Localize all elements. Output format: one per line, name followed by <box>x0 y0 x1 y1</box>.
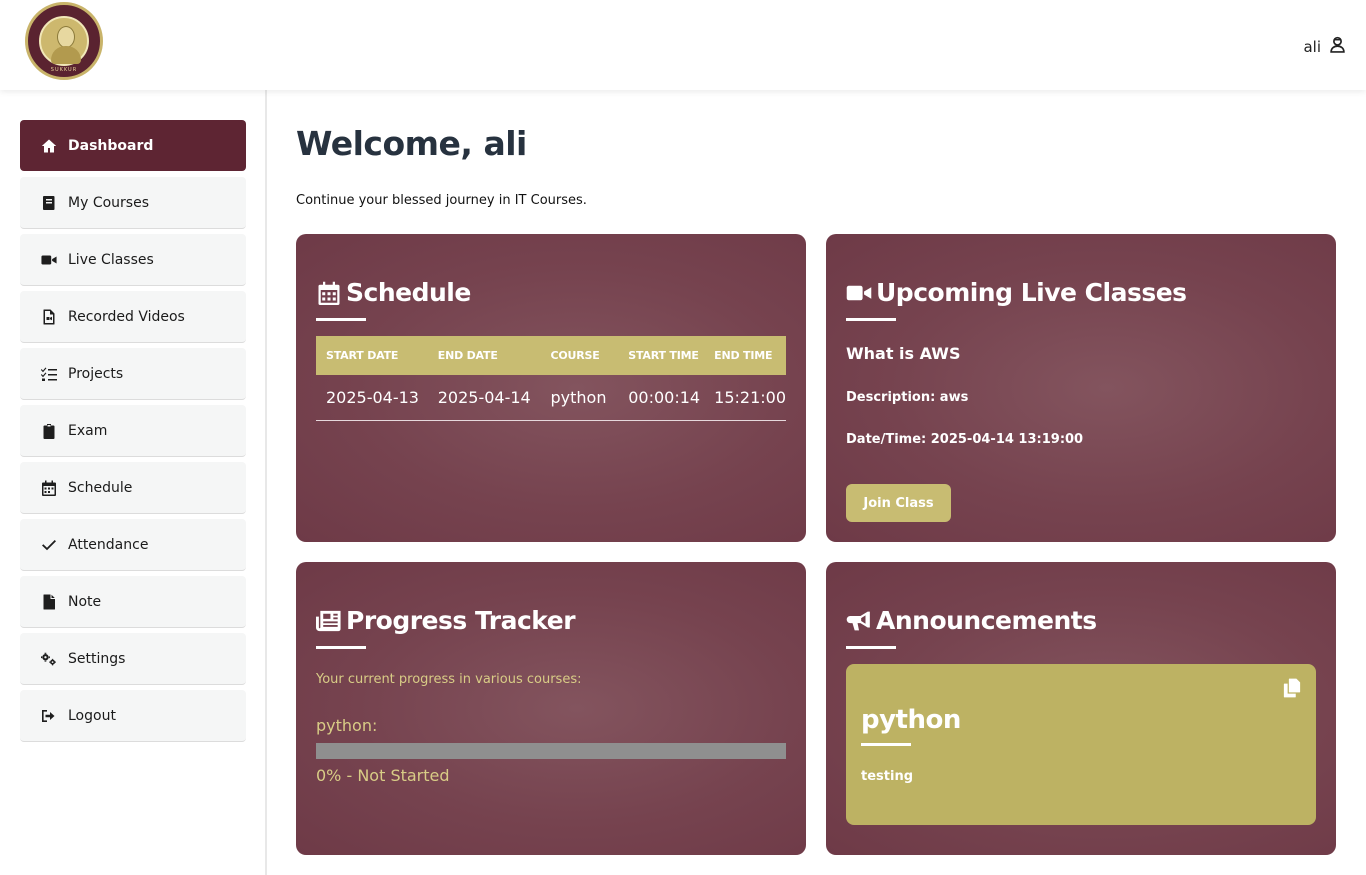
file-icon <box>40 593 58 611</box>
sidebar-item-live-classes[interactable]: Live Classes <box>20 234 246 286</box>
title-underline <box>316 646 366 649</box>
sidebar: Dashboard My Courses Live Classes Record… <box>0 90 267 875</box>
schedule-title-text: Schedule <box>346 278 471 307</box>
sidebar-item-label: My Courses <box>68 194 149 211</box>
username: ali <box>1303 37 1321 56</box>
sidebar-item-label: Exam <box>68 422 108 439</box>
sidebar-item-label: Live Classes <box>68 251 154 268</box>
join-class-button[interactable]: Join Class <box>846 484 951 522</box>
list-check-icon <box>40 365 58 383</box>
table-cell: 2025-04-13 <box>316 375 428 421</box>
sidebar-item-label: Recorded Videos <box>68 308 185 325</box>
user-menu[interactable]: ali <box>1303 36 1346 57</box>
column-header: START TIME <box>618 336 705 375</box>
column-header: COURSE <box>540 336 619 375</box>
schedule-table: START DATE END DATE COURSE START TIME EN… <box>316 336 786 421</box>
live-classes-title-text: Upcoming Live Classes <box>876 278 1187 307</box>
announcement-item: python testing <box>846 664 1316 825</box>
sidebar-item-exam[interactable]: Exam <box>20 405 246 457</box>
sidebar-item-my-courses[interactable]: My Courses <box>20 177 246 229</box>
table-row: 2025-04-13 2025-04-14 python 00:00:14 15… <box>316 375 786 421</box>
progress-title-text: Progress Tracker <box>346 606 576 635</box>
sidebar-item-label: Dashboard <box>68 137 154 154</box>
book-icon <box>40 194 58 212</box>
logo-portrait-body <box>51 46 81 64</box>
live-classes-card-title: Upcoming Live Classes <box>846 278 1187 307</box>
title-underline <box>846 646 896 649</box>
column-header: END DATE <box>427 336 541 375</box>
sidebar-item-projects[interactable]: Projects <box>20 348 246 400</box>
progress-bar <box>316 743 786 759</box>
live-class-description: Description: aws <box>846 390 969 405</box>
logo-emblem <box>39 16 89 66</box>
live-classes-card: Upcoming Live Classes What is AWS Descri… <box>826 234 1336 542</box>
table-cell: 00:00:14 <box>618 375 705 421</box>
progress-tracker-card: Progress Tracker Your current progress i… <box>296 562 806 855</box>
clipboard-icon <box>40 422 58 440</box>
megaphone-icon <box>846 611 870 630</box>
progress-course-name: python: <box>316 716 378 735</box>
check-icon <box>40 536 58 554</box>
top-header: SUKKUR ali <box>0 0 1366 90</box>
sidebar-item-recorded-videos[interactable]: Recorded Videos <box>20 291 246 343</box>
announcements-title-text: Announcements <box>876 606 1097 635</box>
sidebar-item-note[interactable]: Note <box>20 576 246 628</box>
logo-text: SUKKUR <box>50 67 78 73</box>
live-class-name: What is AWS <box>846 344 961 363</box>
video-icon <box>40 251 58 269</box>
university-logo[interactable]: SUKKUR <box>25 2 103 80</box>
page-subtitle: Continue your blessed journey in IT Cour… <box>296 193 587 208</box>
sidebar-item-label: Logout <box>68 707 116 724</box>
home-icon <box>40 137 58 155</box>
calendar-icon <box>318 281 340 305</box>
title-underline <box>316 318 366 321</box>
newspaper-icon <box>316 610 341 631</box>
sidebar-item-logout[interactable]: Logout <box>20 690 246 742</box>
logo-portrait <box>57 26 75 48</box>
table-cell: python <box>540 375 619 421</box>
title-underline <box>846 318 896 321</box>
schedule-card: Schedule START DATE END DATE COURSE STAR… <box>296 234 806 542</box>
table-cell: 2025-04-14 <box>427 375 541 421</box>
announcement-title: python <box>861 705 961 735</box>
table-cell: 15:21:00 <box>704 375 786 421</box>
video-file-icon <box>40 308 58 326</box>
live-class-datetime: Date/Time: 2025-04-14 13:19:00 <box>846 432 1084 447</box>
sidebar-item-settings[interactable]: Settings <box>20 633 246 685</box>
progress-card-title: Progress Tracker <box>316 606 576 635</box>
sidebar-item-label: Projects <box>68 365 124 382</box>
announcements-card: Announcements python testing <box>826 562 1336 855</box>
gears-icon <box>40 650 58 668</box>
sidebar-item-label: Attendance <box>68 536 149 553</box>
title-underline <box>861 743 911 746</box>
sidebar-item-label: Schedule <box>68 479 133 496</box>
progress-intro: Your current progress in various courses… <box>316 672 582 687</box>
sidebar-item-label: Settings <box>68 650 126 667</box>
copy-icon[interactable] <box>1282 678 1302 698</box>
column-header: END TIME <box>704 336 786 375</box>
calendar-icon <box>40 479 58 497</box>
progress-status: 0% - Not Started <box>316 766 450 785</box>
sidebar-item-schedule[interactable]: Schedule <box>20 462 246 514</box>
announcements-card-title: Announcements <box>846 606 1097 635</box>
column-header: START DATE <box>316 336 428 375</box>
logout-icon <box>40 707 58 725</box>
schedule-card-title: Schedule <box>316 278 471 307</box>
page-title: Welcome, ali <box>296 124 527 163</box>
user-icon <box>1329 36 1346 57</box>
sidebar-item-dashboard[interactable]: Dashboard <box>20 120 246 171</box>
announcement-text: testing <box>861 769 913 784</box>
video-icon <box>846 285 872 300</box>
sidebar-item-label: Note <box>68 593 102 610</box>
sidebar-item-attendance[interactable]: Attendance <box>20 519 246 571</box>
